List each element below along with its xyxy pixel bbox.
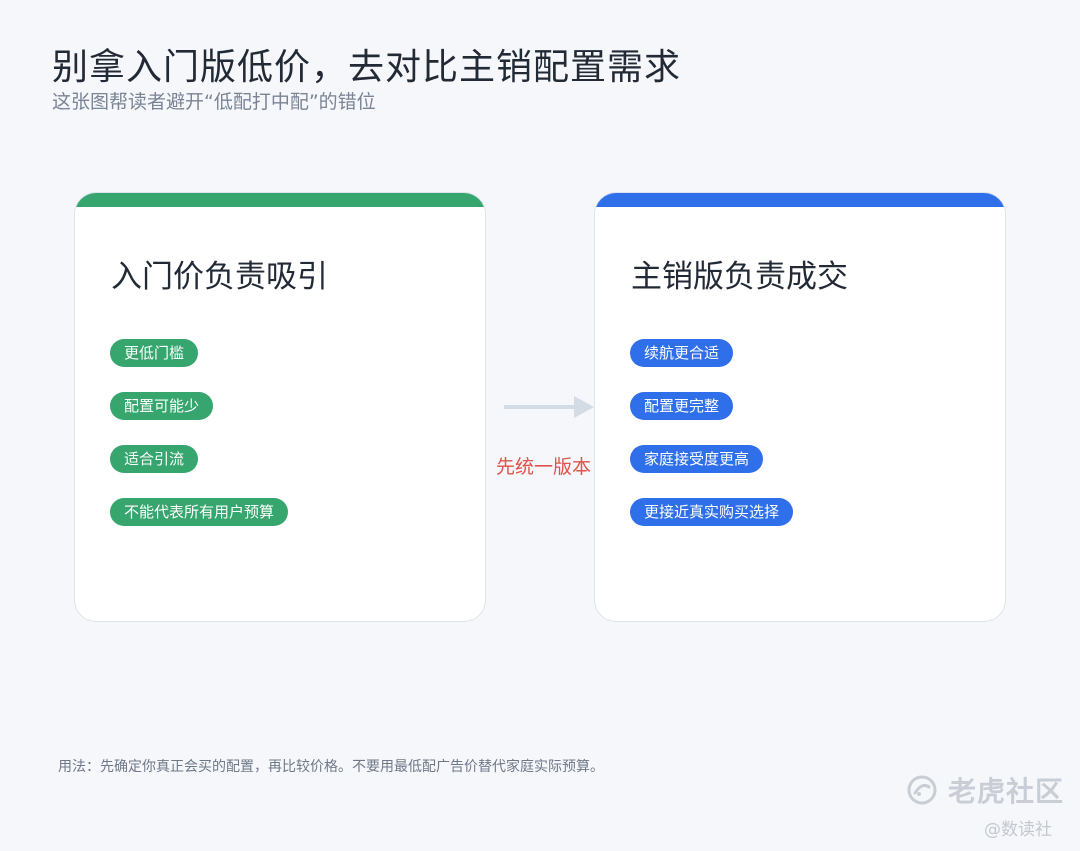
mainstream-card-title: 主销版负责成交 xyxy=(631,259,848,295)
entry-tag: 更低门槛 xyxy=(110,339,199,367)
mainstream-tag: 配置更完整 xyxy=(630,392,734,420)
page-subtitle: 这张图帮读者避开“低配打中配”的错位 xyxy=(52,91,376,113)
entry-card-title: 入门价负责吸引 xyxy=(111,259,328,295)
entry-tag: 配置可能少 xyxy=(110,392,214,420)
card-top-bar-green xyxy=(75,193,485,207)
usage-note: 用法：先确定你真正会买的配置，再比较价格。不要用最低配广告价替代家庭实际预算。 xyxy=(58,759,604,775)
mainstream-tag: 更接近真实购买选择 xyxy=(630,498,794,526)
page-title: 别拿入门版低价，去对比主销配置需求 xyxy=(52,47,682,88)
watermark-logo: 老虎社区 xyxy=(906,770,1064,810)
entry-tag-list: 更低门槛 配置可能少 适合引流 不能代表所有用户预算 xyxy=(110,339,289,551)
watermark-logo-text: 老虎社区 xyxy=(948,775,1065,808)
entry-tag: 适合引流 xyxy=(110,445,199,473)
card-top-bar-blue xyxy=(595,193,1005,207)
connector-label: 先统一版本 xyxy=(496,456,592,478)
mainstream-tag: 家庭接受度更高 xyxy=(630,445,764,473)
tiger-logo-icon xyxy=(907,775,937,805)
right-arrow-icon xyxy=(504,396,594,418)
mainstream-tag: 续航更合适 xyxy=(630,339,734,367)
watermark-author: @数读社 xyxy=(984,820,1052,840)
entry-tag: 不能代表所有用户预算 xyxy=(110,498,289,526)
mainstream-tag-list: 续航更合适 配置更完整 家庭接受度更高 更接近真实购买选择 xyxy=(630,339,794,551)
entry-price-card: 入门价负责吸引 更低门槛 配置可能少 适合引流 不能代表所有用户预算 xyxy=(74,192,486,622)
mainstream-card: 主销版负责成交 续航更合适 配置更完整 家庭接受度更高 更接近真实购买选择 xyxy=(594,192,1006,622)
